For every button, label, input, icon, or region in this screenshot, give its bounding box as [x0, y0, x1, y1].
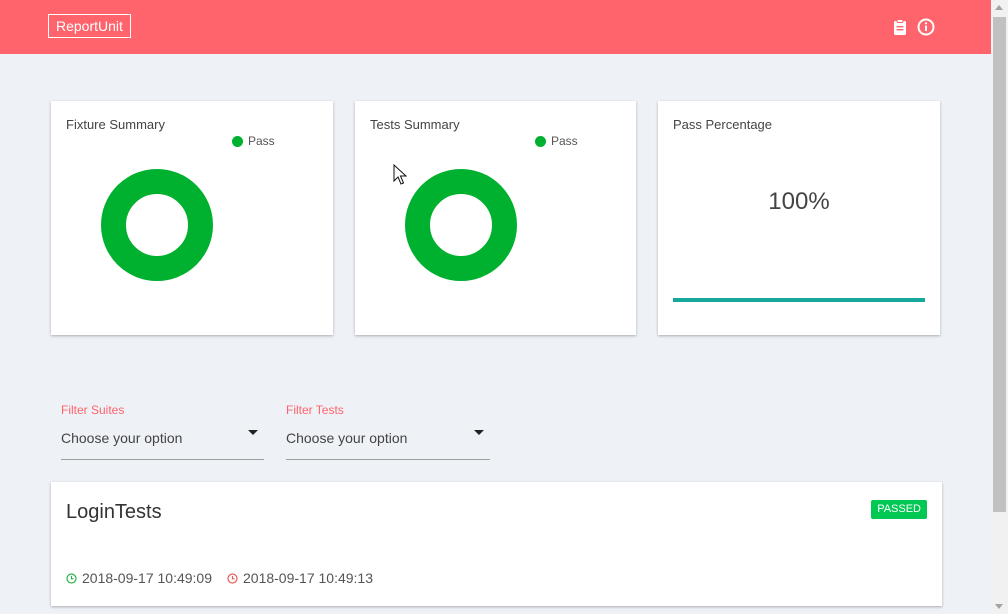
- clock-end-icon: [227, 572, 238, 584]
- fixture-summary-card: Fixture Summary Pass: [51, 101, 333, 335]
- donut-pass-segment: [405, 169, 517, 281]
- info-icon[interactable]: [917, 18, 935, 36]
- scrollbar-thumb[interactable]: [993, 17, 1006, 512]
- tests-donut-chart[interactable]: [404, 168, 518, 282]
- legend-pass-label: Pass: [551, 134, 578, 148]
- filter-tests-value[interactable]: Choose your option: [286, 430, 407, 446]
- suite-name[interactable]: LoginTests: [66, 501, 162, 524]
- card-title: Fixture Summary: [66, 117, 165, 132]
- status-badge: PASSED: [871, 500, 927, 519]
- start-time: 2018-09-17 10:49:09: [66, 570, 212, 586]
- scroll-down-arrow-icon[interactable]: [995, 604, 1003, 609]
- pass-percentage-value: 100%: [768, 188, 830, 215]
- card-title: Tests Summary: [370, 117, 460, 132]
- filter-tests-select[interactable]: Filter Tests Choose your option: [286, 403, 490, 460]
- pass-progress-bar: [673, 298, 925, 302]
- mouse-cursor-icon: [393, 164, 407, 185]
- tests-summary-card: Tests Summary Pass: [355, 101, 636, 335]
- top-navbar: ReportUnit: [0, 0, 991, 54]
- filter-tests-label: Filter Tests: [286, 403, 344, 417]
- caret-down-icon[interactable]: [248, 430, 258, 435]
- legend-pass-swatch: [232, 135, 243, 147]
- pass-percentage-card: Pass Percentage 100%: [658, 101, 940, 335]
- legend-pass-label: Pass: [248, 134, 275, 148]
- chart-legend[interactable]: Pass: [232, 134, 275, 148]
- suite-card[interactable]: LoginTests PASSED 2018-09-17 10:49:09 20…: [51, 482, 942, 606]
- donut-pass-segment: [101, 169, 213, 281]
- card-title: Pass Percentage: [673, 117, 773, 132]
- brand-logo[interactable]: ReportUnit: [48, 14, 131, 38]
- pass-progress-fill: [673, 298, 925, 302]
- clipboard-icon[interactable]: [891, 18, 909, 36]
- filter-suites-select[interactable]: Filter Suites Choose your option: [61, 403, 264, 460]
- end-time: 2018-09-17 10:49:13: [227, 570, 373, 586]
- caret-down-icon[interactable]: [474, 430, 484, 435]
- legend-pass-swatch: [535, 135, 546, 147]
- filter-suites-label: Filter Suites: [61, 403, 125, 417]
- start-time-text: 2018-09-17 10:49:09: [82, 570, 212, 586]
- chart-legend[interactable]: Pass: [535, 134, 578, 148]
- fixture-donut-chart[interactable]: [100, 168, 214, 282]
- end-time-text: 2018-09-17 10:49:13: [243, 570, 373, 586]
- vertical-scrollbar[interactable]: [991, 0, 1008, 614]
- scroll-up-arrow-icon[interactable]: [995, 5, 1003, 10]
- clock-start-icon: [66, 572, 77, 584]
- filter-suites-value[interactable]: Choose your option: [61, 430, 182, 446]
